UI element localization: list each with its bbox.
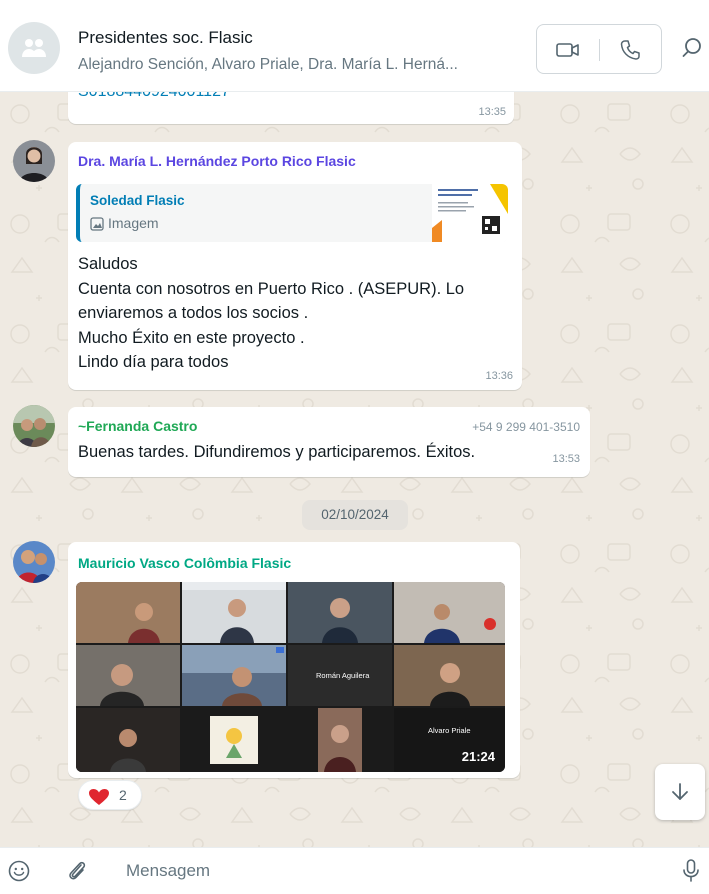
heart-icon (89, 789, 109, 805)
call-buttons (536, 24, 662, 74)
sender-name[interactable]: ~Fernanda Castro (78, 418, 197, 434)
participant-tile (76, 582, 180, 643)
message-time: 13:53 (552, 453, 580, 465)
participant-tile (288, 582, 392, 643)
participant-tile (182, 645, 286, 706)
media-message-bubble[interactable]: Mauricio Vasco Colômbia Flasic Román Agu… (68, 542, 520, 778)
media-duration: 21:24 (461, 749, 495, 764)
message-input[interactable] (110, 854, 670, 888)
voice-call-button[interactable] (615, 37, 645, 63)
call-divider (599, 39, 600, 61)
message-composer (0, 847, 709, 894)
emoji-icon[interactable] (8, 860, 30, 882)
group-avatar[interactable] (8, 22, 60, 74)
participant-name: Román Aguilera (316, 671, 370, 680)
reaction-pill[interactable]: 2 (78, 780, 142, 810)
sender-avatar[interactable] (13, 140, 55, 182)
scroll-to-bottom-button[interactable] (655, 764, 705, 820)
microphone-icon[interactable] (682, 859, 700, 883)
avatar-photo (13, 405, 55, 447)
quoted-thumbnail (432, 184, 508, 242)
message-time: 13:35 (478, 106, 506, 118)
sender-phone: +54 9 299 401-3510 (472, 420, 580, 434)
video-call-screenshot[interactable]: Román Aguilera Alvaro Priale 21:24 (76, 582, 505, 772)
message-time: 13:36 (485, 370, 513, 382)
message-line: Saludos (78, 255, 138, 273)
message-line: enviaremos a todos los socios . (78, 304, 309, 322)
message-line: Lindo día para todos (78, 353, 229, 371)
message-bubble[interactable]: S0188440924001127 13:35 (68, 92, 514, 124)
sender-name[interactable]: Dra. María L. Hernández Porto Rico Flasi… (78, 153, 356, 169)
chat-participants[interactable]: Alejandro Sención, Alvaro Priale, Dra. M… (78, 56, 523, 74)
message-line: Mucho Éxito en este proyecto . (78, 328, 305, 347)
message-bubble[interactable]: Dra. María L. Hernández Porto Rico Flasi… (68, 142, 522, 390)
quoted-type: Imagem (108, 215, 159, 231)
quoted-sender: Soledad Flasic (90, 193, 185, 208)
participant-tile (394, 582, 505, 643)
participant-tile (394, 645, 505, 706)
sender-name[interactable]: Mauricio Vasco Colômbia Flasic (78, 555, 291, 571)
avatar-photo (13, 140, 55, 182)
chevron-down-icon (672, 783, 688, 800)
image-icon (90, 217, 104, 231)
quoted-message[interactable]: Soledad Flasic Imagem (76, 184, 508, 242)
search-icon (682, 38, 701, 57)
message-text: Buenas tardes. Difundiremos y participar… (78, 443, 476, 461)
sender-avatar[interactable] (13, 541, 55, 583)
sender-avatar[interactable] (13, 405, 55, 447)
message-bubble[interactable]: ~Fernanda Castro +54 9 299 401-3510 Buen… (68, 407, 590, 477)
participant-tile: Román Aguilera (288, 645, 392, 706)
conversation-panel[interactable]: S0188440924001127 13:35 Dra. María L. He… (0, 92, 709, 847)
participant-tile (76, 708, 180, 772)
video-call-icon (556, 43, 579, 57)
participant-tile (76, 645, 180, 706)
chat-title[interactable]: Presidentes soc. Flasic (78, 28, 253, 48)
participant-tile (182, 582, 286, 643)
group-avatar-icon (22, 39, 46, 57)
search-button[interactable] (682, 36, 706, 60)
voice-call-icon (620, 40, 640, 60)
reaction-count: 2 (119, 787, 127, 803)
date-divider: 02/10/2024 (302, 500, 408, 530)
participant-name: Alvaro Priale (428, 726, 471, 735)
video-call-button[interactable] (553, 38, 583, 62)
chat-header: Presidentes soc. Flasic Alejandro Senció… (0, 0, 709, 92)
message-text: S0188440924001127 (78, 92, 230, 105)
paperclip-icon[interactable] (66, 859, 88, 883)
participant-tile (182, 708, 286, 772)
participant-tile (288, 708, 392, 772)
message-line: Cuenta con nosotros en Puerto Rico . (AS… (78, 279, 465, 298)
avatar-photo (13, 541, 55, 583)
